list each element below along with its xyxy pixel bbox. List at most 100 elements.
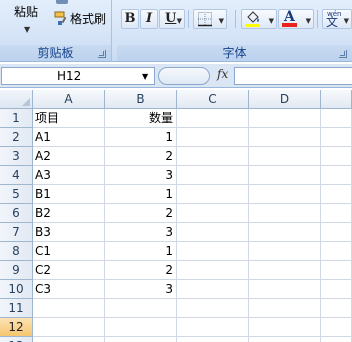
cell-d[interactable] bbox=[249, 147, 321, 166]
cell-b[interactable]: 1 bbox=[105, 242, 177, 261]
underline-button[interactable]: U ▼ bbox=[159, 9, 185, 29]
cell-e[interactable] bbox=[321, 109, 352, 128]
cell-b[interactable]: 1 bbox=[105, 128, 177, 147]
fill-color-button[interactable]: ▼ bbox=[241, 9, 277, 29]
cell-c[interactable] bbox=[177, 128, 249, 147]
cell-d[interactable] bbox=[249, 109, 321, 128]
formula-input[interactable] bbox=[234, 67, 352, 85]
chevron-down-icon[interactable]: ▼ bbox=[219, 12, 224, 30]
cell-a[interactable]: A3 bbox=[33, 166, 105, 185]
cell-e[interactable] bbox=[321, 147, 352, 166]
cell-d[interactable] bbox=[249, 261, 321, 280]
chevron-down-icon[interactable]: ▼ bbox=[24, 25, 30, 34]
cell-e[interactable] bbox=[321, 223, 352, 242]
row-header[interactable]: 6 bbox=[0, 204, 33, 223]
column-header-d[interactable]: D bbox=[249, 90, 321, 109]
cell-a[interactable]: C2 bbox=[33, 261, 105, 280]
chevron-down-icon[interactable]: ▼ bbox=[177, 12, 182, 30]
cell-c[interactable] bbox=[177, 185, 249, 204]
cell-b[interactable] bbox=[105, 337, 177, 342]
cell-d[interactable] bbox=[249, 204, 321, 223]
cell-e[interactable] bbox=[321, 128, 352, 147]
cut-icon[interactable] bbox=[56, 0, 68, 4]
chevron-down-icon[interactable]: ▼ bbox=[306, 12, 311, 30]
cell-a[interactable] bbox=[33, 337, 105, 342]
row-header[interactable]: 13 bbox=[0, 337, 33, 342]
name-box[interactable]: H12 bbox=[1, 67, 155, 85]
cell-b[interactable]: 1 bbox=[105, 185, 177, 204]
cell-a[interactable]: C3 bbox=[33, 280, 105, 299]
chevron-down-icon[interactable]: ▼ bbox=[344, 12, 349, 30]
cell-b[interactable]: 3 bbox=[105, 166, 177, 185]
column-header-a[interactable]: A bbox=[33, 90, 105, 109]
row-header[interactable]: 3 bbox=[0, 147, 33, 166]
cell-c[interactable] bbox=[177, 147, 249, 166]
cell-c[interactable] bbox=[177, 204, 249, 223]
cell-e[interactable] bbox=[321, 299, 352, 318]
cell-e[interactable] bbox=[321, 318, 352, 337]
cell-c[interactable] bbox=[177, 109, 249, 128]
cell-a[interactable]: A1 bbox=[33, 128, 105, 147]
row-header[interactable]: 4 bbox=[0, 166, 33, 185]
cell-e[interactable] bbox=[321, 261, 352, 280]
row-header[interactable]: 12 bbox=[0, 318, 33, 337]
formula-bar-expand-handle[interactable] bbox=[158, 67, 210, 85]
cell-d[interactable] bbox=[249, 242, 321, 261]
cell-c[interactable] bbox=[177, 299, 249, 318]
cell-d[interactable] bbox=[249, 280, 321, 299]
cell-a[interactable]: C1 bbox=[33, 242, 105, 261]
paste-button[interactable]: 粘贴 ▼ bbox=[8, 0, 48, 44]
row-header[interactable]: 8 bbox=[0, 242, 33, 261]
cell-c[interactable] bbox=[177, 318, 249, 337]
cell-d[interactable] bbox=[249, 337, 321, 342]
cell-b[interactable]: 2 bbox=[105, 204, 177, 223]
cell-b[interactable]: 2 bbox=[105, 261, 177, 280]
phonetic-guide-button[interactable]: wén 文 ▼ bbox=[322, 9, 352, 29]
cell-d[interactable] bbox=[249, 223, 321, 242]
cell-d[interactable] bbox=[249, 299, 321, 318]
cell-b[interactable]: 数量 bbox=[105, 109, 177, 128]
clipboard-launcher-icon[interactable] bbox=[98, 50, 106, 58]
borders-button[interactable]: ▼ bbox=[193, 9, 227, 29]
cell-d[interactable] bbox=[249, 166, 321, 185]
cell-e[interactable] bbox=[321, 242, 352, 261]
cell-b[interactable]: 2 bbox=[105, 147, 177, 166]
cell-a[interactable]: B2 bbox=[33, 204, 105, 223]
insert-function-icon[interactable]: fx bbox=[217, 67, 228, 81]
cell-a[interactable]: B1 bbox=[33, 185, 105, 204]
cell-c[interactable] bbox=[177, 261, 249, 280]
bold-button[interactable]: B bbox=[121, 9, 139, 29]
font-color-button[interactable]: A ▼ bbox=[278, 9, 314, 29]
cell-e[interactable] bbox=[321, 280, 352, 299]
cell-a[interactable] bbox=[33, 318, 105, 337]
cell-e[interactable] bbox=[321, 185, 352, 204]
select-all-corner[interactable] bbox=[0, 90, 33, 109]
cell-a[interactable]: 项目 bbox=[33, 109, 105, 128]
column-header-e[interactable] bbox=[321, 90, 352, 109]
cell-c[interactable] bbox=[177, 242, 249, 261]
format-painter-button[interactable]: 格式刷 bbox=[52, 9, 110, 27]
cell-d[interactable] bbox=[249, 185, 321, 204]
row-header[interactable]: 11 bbox=[0, 299, 33, 318]
column-header-b[interactable]: B bbox=[105, 90, 177, 109]
row-header[interactable]: 7 bbox=[0, 223, 33, 242]
cell-c[interactable] bbox=[177, 337, 249, 342]
row-header[interactable]: 2 bbox=[0, 128, 33, 147]
italic-button[interactable]: I bbox=[140, 9, 158, 29]
cell-b[interactable] bbox=[105, 299, 177, 318]
cell-d[interactable] bbox=[249, 128, 321, 147]
cell-c[interactable] bbox=[177, 280, 249, 299]
cell-a[interactable] bbox=[33, 299, 105, 318]
cell-a[interactable]: B3 bbox=[33, 223, 105, 242]
cell-b[interactable]: 3 bbox=[105, 223, 177, 242]
cell-c[interactable] bbox=[177, 166, 249, 185]
cell-b[interactable]: 3 bbox=[105, 280, 177, 299]
cell-b[interactable] bbox=[105, 318, 177, 337]
row-header[interactable]: 10 bbox=[0, 280, 33, 299]
cell-e[interactable] bbox=[321, 337, 352, 342]
column-header-c[interactable]: C bbox=[177, 90, 249, 109]
row-header[interactable]: 9 bbox=[0, 261, 33, 280]
cell-d[interactable] bbox=[249, 318, 321, 337]
row-header[interactable]: 5 bbox=[0, 185, 33, 204]
row-header[interactable]: 1 bbox=[0, 109, 33, 128]
